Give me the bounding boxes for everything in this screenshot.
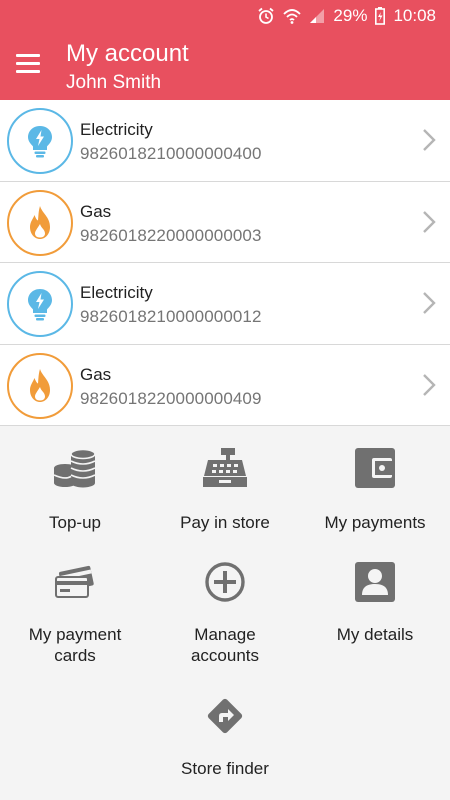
flame-icon <box>30 205 50 239</box>
chevron-right-icon <box>423 210 436 233</box>
credit-cards-icon <box>55 565 94 598</box>
account-number: 9826018210000000400 <box>80 144 262 163</box>
account-row[interactable]: Gas 9826018220000000409 <box>0 344 450 426</box>
wallet-icon <box>355 448 395 488</box>
wifi-icon <box>283 9 302 24</box>
account-row[interactable]: Electricity 9826018210000000012 <box>0 263 450 345</box>
my-payments-label: My payments <box>324 513 426 532</box>
cash-register-icon <box>203 448 247 487</box>
alarm-icon <box>258 7 274 24</box>
my-details-label: My details <box>336 625 414 644</box>
my-payments-button[interactable]: My payments <box>300 444 450 533</box>
flame-icon <box>30 368 50 402</box>
account-type: Gas <box>80 364 112 384</box>
chevron-right-icon <box>423 292 436 314</box>
chevron-right-icon <box>423 373 436 396</box>
directions-icon <box>207 698 243 734</box>
menu-icon[interactable] <box>16 54 46 78</box>
page-title: My account <box>66 40 189 67</box>
my-payment-cards-button[interactable]: My payment cards <box>0 558 150 666</box>
app-bar: My account John Smith <box>0 32 450 100</box>
account-type: Electricity <box>80 120 153 139</box>
my-payment-cards-label-line2: cards <box>54 646 96 665</box>
account-type: Gas <box>80 201 112 221</box>
my-payment-cards-label: My payment cards <box>0 624 150 666</box>
store-finder-button[interactable]: Store finder <box>150 692 300 779</box>
manage-accounts-label: Manage accounts <box>150 624 300 666</box>
pay-in-store-label: Pay in store <box>180 513 270 532</box>
topup-label: Top-up <box>49 513 101 532</box>
account-row[interactable]: Gas 9826018220000000003 <box>0 181 450 263</box>
my-payment-cards-label-line1: My payment <box>28 625 122 644</box>
person-icon <box>355 562 395 602</box>
account-type: Electricity <box>80 283 153 302</box>
account-number: 9826018220000000409 <box>80 388 262 408</box>
accounts-list: Electricity 9826018210000000400 Gas 9826… <box>0 100 450 426</box>
status-bar: 29% 10:08 <box>0 0 450 32</box>
signal-icon <box>310 9 325 23</box>
account-row[interactable]: Electricity 9826018210000000400 <box>0 100 450 182</box>
coins-icon <box>53 448 96 488</box>
manage-accounts-button[interactable]: Manage accounts <box>150 558 300 666</box>
topup-button[interactable]: Top-up <box>0 444 150 533</box>
my-details-button[interactable]: My details <box>300 558 450 645</box>
add-circle-icon <box>205 562 245 602</box>
battery-icon <box>375 7 386 25</box>
battery-percent: 29% <box>333 6 368 25</box>
account-holder-name: John Smith <box>66 72 162 93</box>
account-number: 9826018210000000012 <box>80 307 262 326</box>
account-number: 9826018220000000003 <box>80 225 262 245</box>
actions-grid: Top-up Pay in store My payments My payme… <box>0 426 450 800</box>
manage-accounts-label-line2: accounts <box>190 646 260 665</box>
lightbulb-icon <box>28 126 52 158</box>
store-finder-label: Store finder <box>181 759 269 778</box>
pay-in-store-button[interactable]: Pay in store <box>150 444 300 533</box>
manage-accounts-label-line1: Manage <box>194 625 256 644</box>
lightbulb-icon <box>28 289 52 321</box>
clock: 10:08 <box>393 6 436 25</box>
chevron-right-icon <box>423 129 436 151</box>
